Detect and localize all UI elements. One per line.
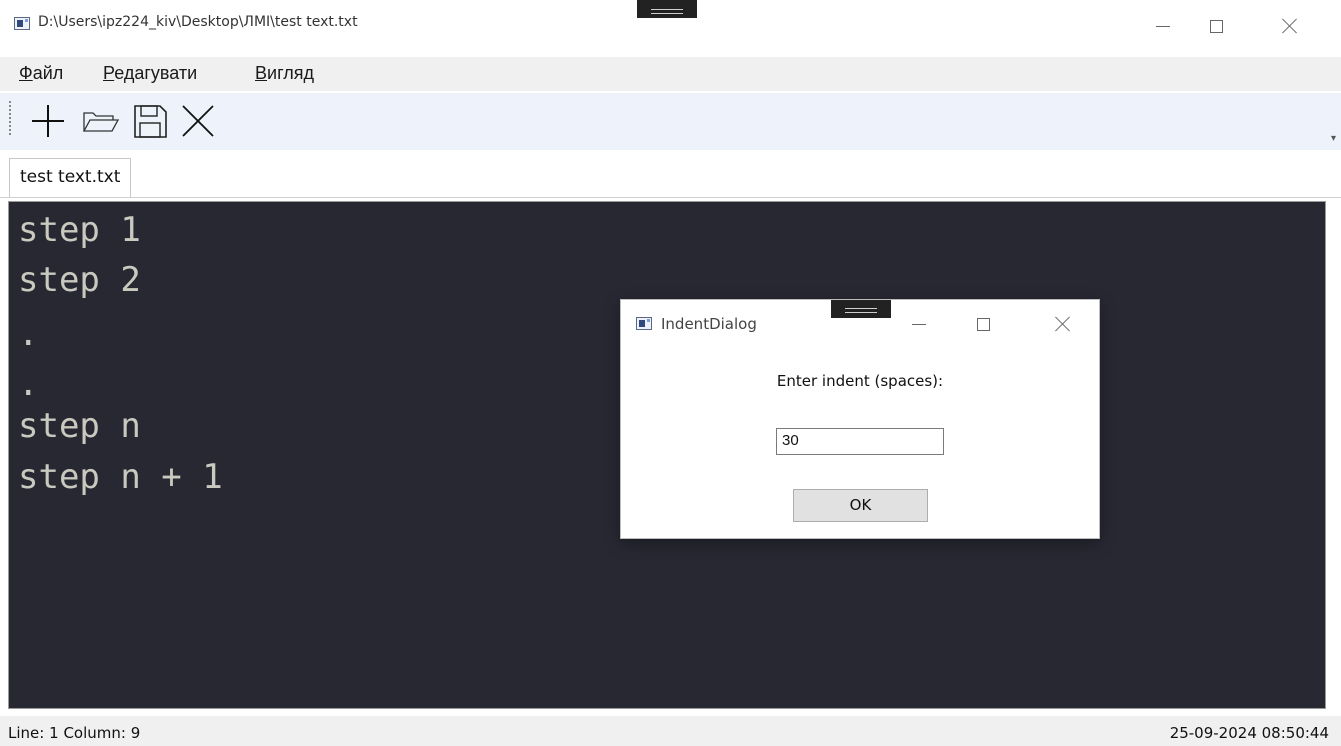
editor-line: step 1 — [18, 210, 141, 250]
editor-line: . — [18, 314, 39, 354]
column-value: 9 — [130, 724, 141, 742]
menu-view-label: игляд — [267, 63, 314, 83]
menu-bar: Файл Редагувати Вигляд — [0, 57, 1341, 91]
main-window: D:\Users\ipz224_kiv\Desktop\ЛМІ\test tex… — [0, 0, 1341, 746]
menu-file[interactable]: Файл — [19, 63, 63, 84]
open-file-button[interactable] — [80, 101, 120, 141]
title-bar[interactable]: D:\Users\ipz224_kiv\Desktop\ЛМІ\test tex… — [0, 0, 1341, 54]
column-label: Column: — [63, 724, 126, 742]
toolbar-grip[interactable] — [9, 101, 11, 137]
window-title: D:\Users\ipz224_kiv\Desktop\ЛМІ\test tex… — [38, 14, 358, 30]
line-label: Line: — [8, 724, 45, 742]
cursor-position: Line: 1 Column: 9 — [8, 724, 140, 742]
minimize-icon — [1156, 25, 1170, 27]
app-icon — [14, 17, 30, 30]
editor-line: step n — [18, 406, 141, 446]
menu-file-label: айл — [32, 63, 64, 83]
tab-test-text[interactable]: test text.txt — [9, 158, 132, 197]
menu-view[interactable]: Вигляд — [255, 63, 314, 84]
maximize-button[interactable] — [1193, 6, 1239, 46]
menu-edit[interactable]: Редагувати — [103, 63, 197, 84]
save-file-button[interactable] — [130, 101, 170, 141]
maximize-icon — [976, 317, 990, 331]
close-file-button[interactable] — [178, 101, 218, 141]
menu-edit-accel: Р — [103, 63, 115, 83]
close-window-button[interactable] — [1267, 6, 1313, 46]
open-folder-icon — [82, 112, 120, 132]
close-file-icon — [182, 105, 214, 137]
minimize-button[interactable] — [1140, 6, 1186, 46]
status-datetime: 25-09-2024 08:50:44 — [1169, 724, 1329, 742]
toolbar: ▾ — [0, 93, 1341, 150]
minimize-icon — [912, 323, 926, 325]
toolbar-overflow-icon[interactable]: ▾ — [1331, 133, 1336, 144]
indent-dialog: IndentDialog Enter indent (spaces): 30 O… — [620, 299, 1100, 539]
ok-button[interactable]: OK — [793, 489, 928, 522]
dialog-title: IndentDialog — [661, 315, 757, 333]
line-value: 1 — [49, 724, 59, 742]
dialog-maximize-button[interactable] — [968, 312, 998, 336]
menu-edit-label: едагувати — [114, 63, 198, 83]
status-bar: Line: 1 Column: 9 25-09-2024 08:50:44 — [0, 716, 1341, 746]
menu-view-accel: В — [255, 63, 268, 83]
indent-input[interactable]: 30 — [776, 428, 944, 455]
dialog-close-button[interactable] — [1048, 312, 1078, 336]
tab-strip: test text.txt — [0, 151, 1341, 198]
new-file-button[interactable] — [28, 101, 68, 141]
title-drag-handle-icon[interactable] — [637, 0, 697, 18]
close-icon — [1055, 316, 1071, 332]
editor-line: step n + 1 — [18, 457, 223, 497]
indent-prompt: Enter indent (spaces): — [776, 372, 944, 390]
new-icon — [32, 105, 64, 137]
close-icon — [1282, 18, 1298, 34]
maximize-icon — [1209, 19, 1223, 33]
save-icon — [134, 105, 167, 138]
dialog-app-icon — [636, 317, 652, 330]
menu-file-accel: Ф — [19, 63, 33, 83]
editor-line: step 2 — [18, 260, 141, 300]
editor-line: . — [18, 364, 39, 404]
dialog-drag-handle-icon[interactable] — [831, 300, 891, 318]
dialog-minimize-button[interactable] — [904, 312, 934, 336]
